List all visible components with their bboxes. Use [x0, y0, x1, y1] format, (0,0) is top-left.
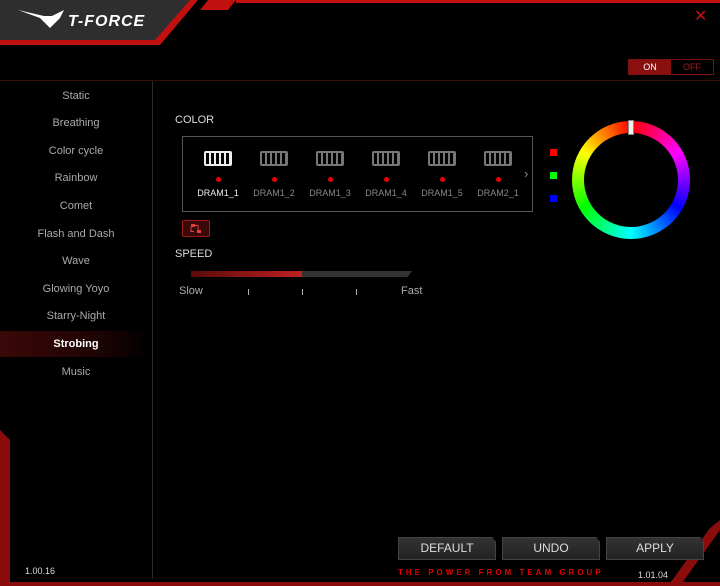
- slider-tick: [248, 289, 249, 295]
- dram-label: DRAM1_5: [421, 188, 463, 198]
- color-wheel-center: [584, 133, 678, 227]
- sidebar-item-starry-night[interactable]: Starry-Night: [0, 303, 152, 329]
- speed-slider[interactable]: [191, 271, 412, 277]
- undo-button[interactable]: UNDO: [502, 537, 600, 560]
- sidebar-item-glowing-yoyo[interactable]: Glowing Yoyo: [0, 276, 152, 302]
- sync-modules-button[interactable]: [182, 220, 210, 237]
- red-channel-swatch[interactable]: [550, 149, 557, 156]
- memory-icon: [484, 151, 512, 166]
- dram-module[interactable]: DRAM1_5: [414, 151, 470, 198]
- status-dot: [495, 177, 501, 182]
- green-channel-swatch[interactable]: [550, 172, 557, 179]
- version-right: 1.01.04: [638, 570, 669, 580]
- dram-module[interactable]: DRAM1_1: [190, 151, 246, 198]
- status-dot: [271, 177, 277, 182]
- slow-label: Slow: [179, 285, 203, 297]
- divider: [0, 80, 720, 81]
- memory-icon: [316, 151, 344, 166]
- default-button[interactable]: DEFAULT: [398, 537, 496, 560]
- speed-heading: SPEED: [175, 248, 213, 260]
- color-wheel-handle[interactable]: [628, 120, 634, 135]
- memory-icon: [428, 151, 456, 166]
- slider-tick: [356, 289, 357, 295]
- divider: [152, 81, 153, 579]
- sidebar-item-breathing[interactable]: Breathing: [0, 110, 152, 136]
- blue-channel-swatch[interactable]: [550, 195, 557, 202]
- version-left: 1.00.16: [25, 566, 56, 576]
- sidebar-item-rainbow[interactable]: Rainbow: [0, 165, 152, 191]
- memory-icon: [204, 151, 232, 166]
- dram-module[interactable]: DRAM2_1: [470, 151, 526, 198]
- sidebar-item-strobing[interactable]: Strobing: [0, 331, 152, 357]
- slider-tick: [302, 289, 303, 295]
- toggle-on[interactable]: ON: [629, 60, 671, 74]
- apply-button[interactable]: APPLY: [606, 537, 704, 560]
- fast-label: Fast: [401, 285, 423, 297]
- memory-icon: [260, 151, 288, 166]
- close-icon[interactable]: ✕: [694, 6, 707, 26]
- dram-label: DRAM2_1: [477, 188, 519, 198]
- dram-module[interactable]: DRAM1_4: [358, 151, 414, 198]
- tagline: THE POWER FROM TEAM GROUP: [398, 568, 604, 577]
- speed-slider-fill: [191, 271, 302, 277]
- chevron-right-icon[interactable]: ›: [524, 166, 528, 181]
- dram-module[interactable]: DRAM1_3: [302, 151, 358, 198]
- sidebar-item-music[interactable]: Music: [0, 359, 152, 385]
- logo-text: T-FORCE: [68, 13, 146, 30]
- bottom-border: [0, 582, 720, 586]
- power-toggle[interactable]: ON OFF: [628, 59, 714, 75]
- sidebar-item-color-cycle[interactable]: Color cycle: [0, 138, 152, 164]
- sidebar-item-flash-and-dash[interactable]: Flash and Dash: [0, 221, 152, 247]
- status-dot: [327, 177, 333, 182]
- status-dot: [215, 177, 221, 182]
- status-dot: [383, 177, 389, 182]
- memory-icon: [372, 151, 400, 166]
- status-dot: [439, 177, 445, 182]
- sidebar-item-static[interactable]: Static: [0, 83, 152, 109]
- sidebar-item-wave[interactable]: Wave: [0, 248, 152, 274]
- dram-label: DRAM1_4: [365, 188, 407, 198]
- sidebar-item-comet[interactable]: Comet: [0, 193, 152, 219]
- dram-module[interactable]: DRAM1_2: [246, 151, 302, 198]
- dram-label: DRAM1_3: [309, 188, 351, 198]
- dram-module-list: DRAM1_1 DRAM1_2 DRAM1_3 DRAM1_4 DRAM1_5 …: [182, 136, 533, 212]
- dram-label: DRAM1_2: [253, 188, 295, 198]
- link-icon: [190, 224, 201, 233]
- corner-decoration: [0, 430, 10, 586]
- color-heading: COLOR: [175, 114, 215, 126]
- dram-label: DRAM1_1: [197, 188, 239, 198]
- toggle-off[interactable]: OFF: [671, 60, 713, 74]
